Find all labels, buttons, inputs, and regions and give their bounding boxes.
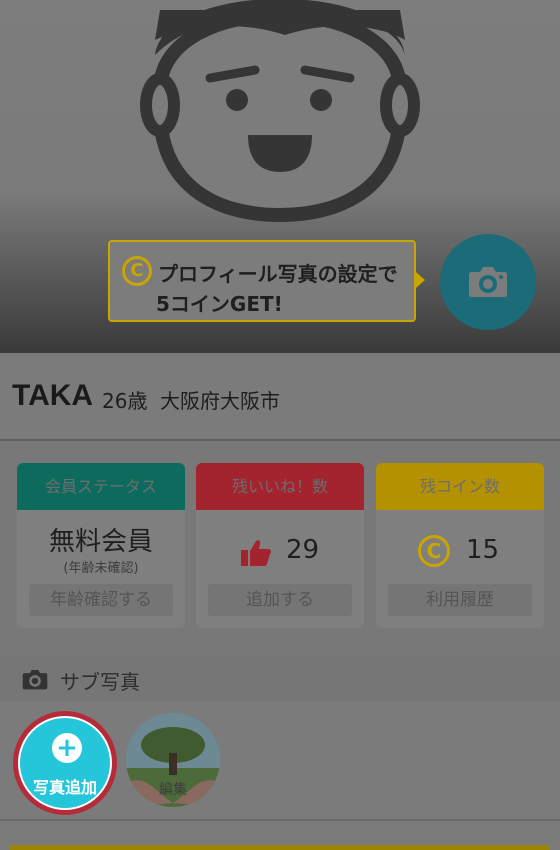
thumbs-up-icon bbox=[241, 540, 272, 566]
verify-age-button[interactable]: 年齢確認する bbox=[29, 584, 173, 616]
add-photo-label: 写真追加 bbox=[32, 778, 97, 797]
tooltip-arrow bbox=[416, 272, 425, 288]
profile-photo-tooltip[interactable]: C プロフィール写真の設定で 5コインGET! bbox=[108, 240, 416, 322]
sub-photos-list: + 写真追加 編集 bbox=[0, 701, 560, 819]
add-likes-button[interactable]: 追加する bbox=[208, 584, 352, 616]
user-age: 26歳 bbox=[102, 389, 148, 413]
profile-summary: TAKA 26歳 大阪府大阪市 bbox=[0, 353, 560, 441]
camera-icon bbox=[22, 669, 48, 690]
coins-remaining-count: 15 bbox=[466, 535, 500, 565]
membership-status-value: 無料会員 bbox=[48, 527, 153, 557]
plus-icon: + bbox=[52, 733, 82, 763]
tooltip-line2: 5コインGET! bbox=[156, 292, 283, 316]
bottom-banner bbox=[0, 819, 560, 850]
profile-hero: C プロフィール写真の設定で 5コインGET! bbox=[0, 0, 560, 353]
user-name: TAKA bbox=[12, 379, 94, 412]
coin-icon: C bbox=[418, 535, 450, 567]
user-location: 大阪府大阪市 bbox=[160, 389, 280, 413]
membership-status-header: 会員ステータス bbox=[17, 463, 185, 510]
membership-status-card: 会員ステータス 無料会員 (年齢未確認) 年齢確認する bbox=[17, 463, 185, 628]
coins-remaining-header: 残コイン数 bbox=[376, 463, 544, 510]
sub-photos-header: サブ写真 bbox=[0, 656, 560, 701]
camera-icon bbox=[469, 267, 507, 297]
likes-remaining-header: 残いいね！数 bbox=[196, 463, 364, 510]
sub-photos-title: サブ写真 bbox=[60, 670, 140, 694]
add-photo-button[interactable]: + 写真追加 bbox=[18, 716, 112, 810]
tooltip-line1: プロフィール写真の設定で bbox=[158, 262, 398, 286]
age-unverified-note: (年齢未確認) bbox=[63, 561, 139, 576]
likes-remaining-card: 残いいね！数 29 追加する bbox=[196, 463, 364, 628]
sub-photo-thumbnail[interactable]: 編集 bbox=[126, 713, 220, 807]
edit-photo-label[interactable]: 編集 bbox=[126, 779, 220, 799]
coins-remaining-card: 残コイン数 C 15 利用履歴 bbox=[376, 463, 544, 628]
coin-history-button[interactable]: 利用履歴 bbox=[388, 584, 532, 616]
coin-icon: C bbox=[122, 256, 152, 286]
change-profile-photo-button[interactable] bbox=[440, 234, 536, 330]
likes-remaining-count: 29 bbox=[286, 535, 320, 565]
status-cards: 会員ステータス 無料会員 (年齢未確認) 年齢確認する 残いいね！数 29 追加… bbox=[0, 441, 560, 656]
add-photo-highlight: + 写真追加 bbox=[13, 711, 117, 815]
